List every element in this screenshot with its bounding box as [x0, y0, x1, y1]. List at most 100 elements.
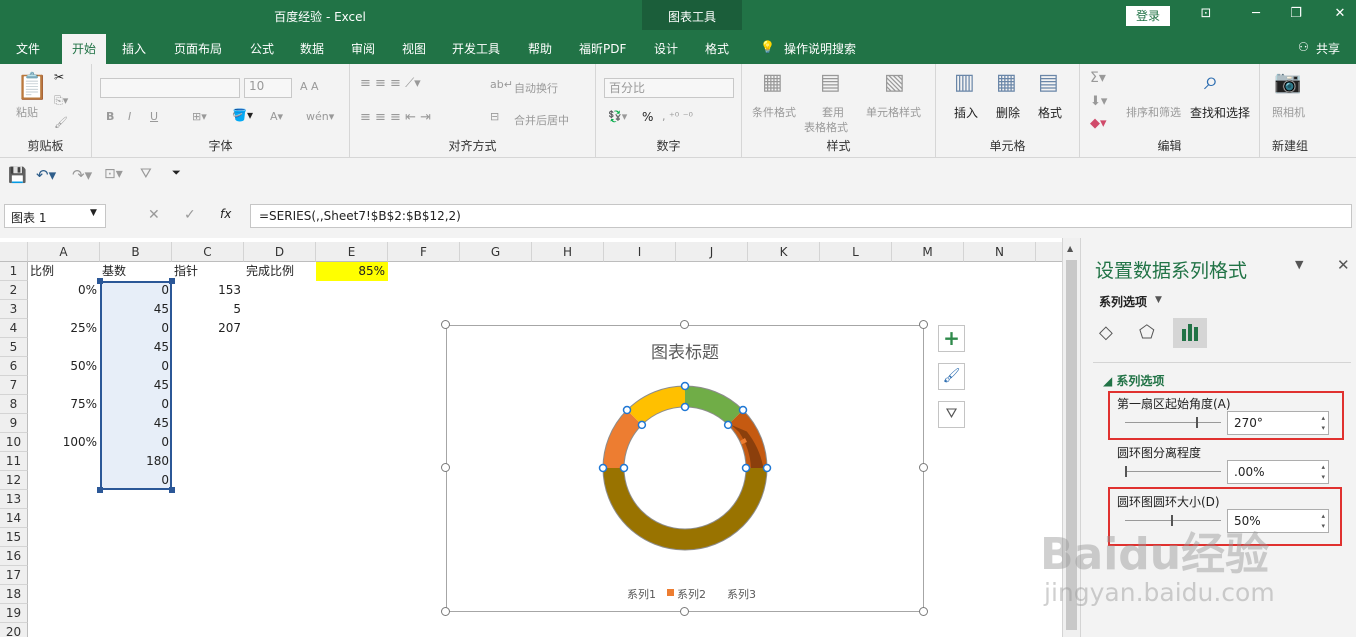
cell-b2[interactable]: 0 — [100, 281, 172, 300]
conditional-format-button[interactable]: 条件格式 — [752, 104, 796, 120]
cell-b1[interactable]: 基数 — [102, 262, 126, 281]
select-objects-icon[interactable]: ⊡▾ — [104, 166, 123, 182]
close-icon[interactable]: ✕ — [1330, 6, 1350, 21]
section-header[interactable]: ◢ 系列选项 — [1103, 372, 1164, 389]
row-header[interactable]: 4 — [0, 319, 28, 338]
fill-line-icon[interactable]: ◇ — [1099, 322, 1113, 343]
tab-formulas[interactable]: 公式 — [250, 40, 274, 57]
clear-icon[interactable]: ◆▾ — [1090, 116, 1107, 131]
explosion-slider-track[interactable] — [1125, 471, 1221, 472]
resize-handle[interactable] — [919, 463, 928, 472]
column-header[interactable]: K — [748, 242, 820, 262]
paste-icon[interactable]: 📋 — [16, 72, 48, 102]
row-header[interactable]: 18 — [0, 585, 28, 604]
cell-a2[interactable]: 0% — [28, 281, 100, 300]
camera-icon[interactable]: 📷 — [1274, 70, 1301, 95]
cell-e1[interactable]: 85% — [316, 262, 388, 281]
login-button[interactable]: 登录 — [1126, 6, 1170, 26]
row-header[interactable]: 7 — [0, 376, 28, 395]
series-options-dropdown[interactable]: 系列选项 — [1099, 293, 1147, 310]
cell-a6[interactable]: 50% — [28, 357, 100, 376]
chart-elements-plus-icon[interactable]: + — [938, 325, 965, 352]
resize-handle[interactable] — [441, 607, 450, 616]
fill-icon[interactable]: ⬇▾ — [1090, 94, 1107, 109]
resize-handle[interactable] — [441, 320, 450, 329]
doughnut-explosion-input[interactable]: .00% — [1227, 460, 1329, 484]
row-header[interactable]: 12 — [0, 471, 28, 490]
autosum-icon[interactable]: Σ▾ — [1090, 70, 1106, 86]
row-header[interactable]: 3 — [0, 300, 28, 319]
cell-a1[interactable]: 比例 — [30, 262, 54, 281]
merge-center-button[interactable]: 合并后居中 — [514, 112, 569, 128]
font-color-icon[interactable]: A▾ — [270, 110, 283, 123]
ribbon-display-icon[interactable]: ⊡ — [1196, 6, 1216, 21]
row-header[interactable]: 14 — [0, 509, 28, 528]
tab-home[interactable]: 开始 — [62, 34, 107, 64]
scroll-up-icon[interactable]: ▲ — [1067, 244, 1073, 253]
tab-help[interactable]: 帮助 — [528, 40, 552, 57]
column-header[interactable]: I — [604, 242, 676, 262]
camera-button[interactable]: 照相机 — [1272, 104, 1305, 120]
row-header[interactable]: 10 — [0, 433, 28, 452]
select-all-corner[interactable] — [0, 242, 28, 262]
table-format-icon[interactable]: ▤ — [820, 70, 841, 95]
cell-b10[interactable]: 0 — [100, 433, 172, 452]
pane-close-icon[interactable]: ✕ — [1337, 256, 1350, 274]
copy-icon[interactable]: ⎘▾ — [54, 94, 68, 108]
column-header[interactable]: G — [460, 242, 532, 262]
cell-style-icon[interactable]: ▧ — [884, 70, 905, 95]
cell-b7[interactable]: 45 — [100, 376, 172, 395]
find-select-button[interactable]: 查找和选择 — [1190, 104, 1250, 121]
row-header[interactable]: 11 — [0, 452, 28, 471]
align-left-icon[interactable]: ≡ ≡ ≡ ⇤ ⇥ — [360, 110, 431, 125]
bold-button[interactable]: B — [106, 110, 114, 123]
column-header[interactable]: H — [532, 242, 604, 262]
name-box-dropdown-icon[interactable]: ▼ — [90, 208, 97, 218]
explosion-slider-thumb[interactable] — [1125, 466, 1127, 477]
cell-b8[interactable]: 0 — [100, 395, 172, 414]
cancel-icon[interactable]: ✕ — [148, 207, 160, 223]
cell-b4[interactable]: 0 — [100, 319, 172, 338]
cut-icon[interactable]: ✂ — [54, 70, 64, 84]
cell-c4[interactable]: 207 — [172, 319, 244, 338]
cell-a8[interactable]: 75% — [28, 395, 100, 414]
tab-page-layout[interactable]: 页面布局 — [174, 40, 222, 57]
series-options-tab[interactable] — [1173, 318, 1207, 348]
cell-c2[interactable]: 153 — [172, 281, 244, 300]
tab-review[interactable]: 审阅 — [351, 40, 375, 57]
insert-cells-icon[interactable]: ▥ — [954, 70, 975, 95]
series-options-caret-icon[interactable]: ▼ — [1155, 295, 1162, 305]
resize-handle[interactable] — [919, 607, 928, 616]
font-name-combo[interactable] — [100, 78, 240, 98]
cell-b11[interactable]: 180 — [100, 452, 172, 471]
currency-icon[interactable]: 💱▾ — [608, 110, 627, 123]
cell-style-button[interactable]: 单元格样式 — [866, 104, 921, 120]
column-header[interactable]: J — [676, 242, 748, 262]
format-cells-icon[interactable]: ▤ — [1038, 70, 1059, 95]
row-header[interactable]: 17 — [0, 566, 28, 585]
grow-font-icon[interactable]: A A — [300, 80, 319, 93]
tab-developer[interactable]: 开发工具 — [452, 40, 500, 57]
percent-button[interactable]: % — [642, 110, 653, 124]
effects-icon[interactable]: ⬠ — [1139, 322, 1155, 343]
column-header[interactable]: D — [244, 242, 316, 262]
chart-area[interactable]: 图表标题 系列1 系列2 系列3 — [446, 325, 924, 612]
cell-a10[interactable]: 100% — [28, 433, 100, 452]
cell-b6[interactable]: 0 — [100, 357, 172, 376]
cell-c3[interactable]: 5 — [172, 300, 244, 319]
border-icon[interactable]: ⊞▾ — [192, 110, 207, 123]
chart-filters-icon[interactable]: ⛛ — [938, 401, 965, 428]
tab-view[interactable]: 视图 — [402, 40, 426, 57]
row-header[interactable]: 5 — [0, 338, 28, 357]
column-header[interactable]: C — [172, 242, 244, 262]
phonetic-icon[interactable]: wén▾ — [306, 110, 334, 123]
cell-d1[interactable]: 完成比例 — [246, 262, 294, 281]
cell-c1[interactable]: 指针 — [174, 262, 198, 281]
resize-handle[interactable] — [441, 463, 450, 472]
row-header[interactable]: 6 — [0, 357, 28, 376]
insert-cells-button[interactable]: 插入 — [954, 104, 978, 121]
number-format-combo[interactable]: 百分比 — [604, 78, 734, 98]
row-header[interactable]: 19 — [0, 604, 28, 623]
row-header[interactable]: 8 — [0, 395, 28, 414]
undo-icon[interactable]: ↶▾ — [36, 166, 56, 184]
